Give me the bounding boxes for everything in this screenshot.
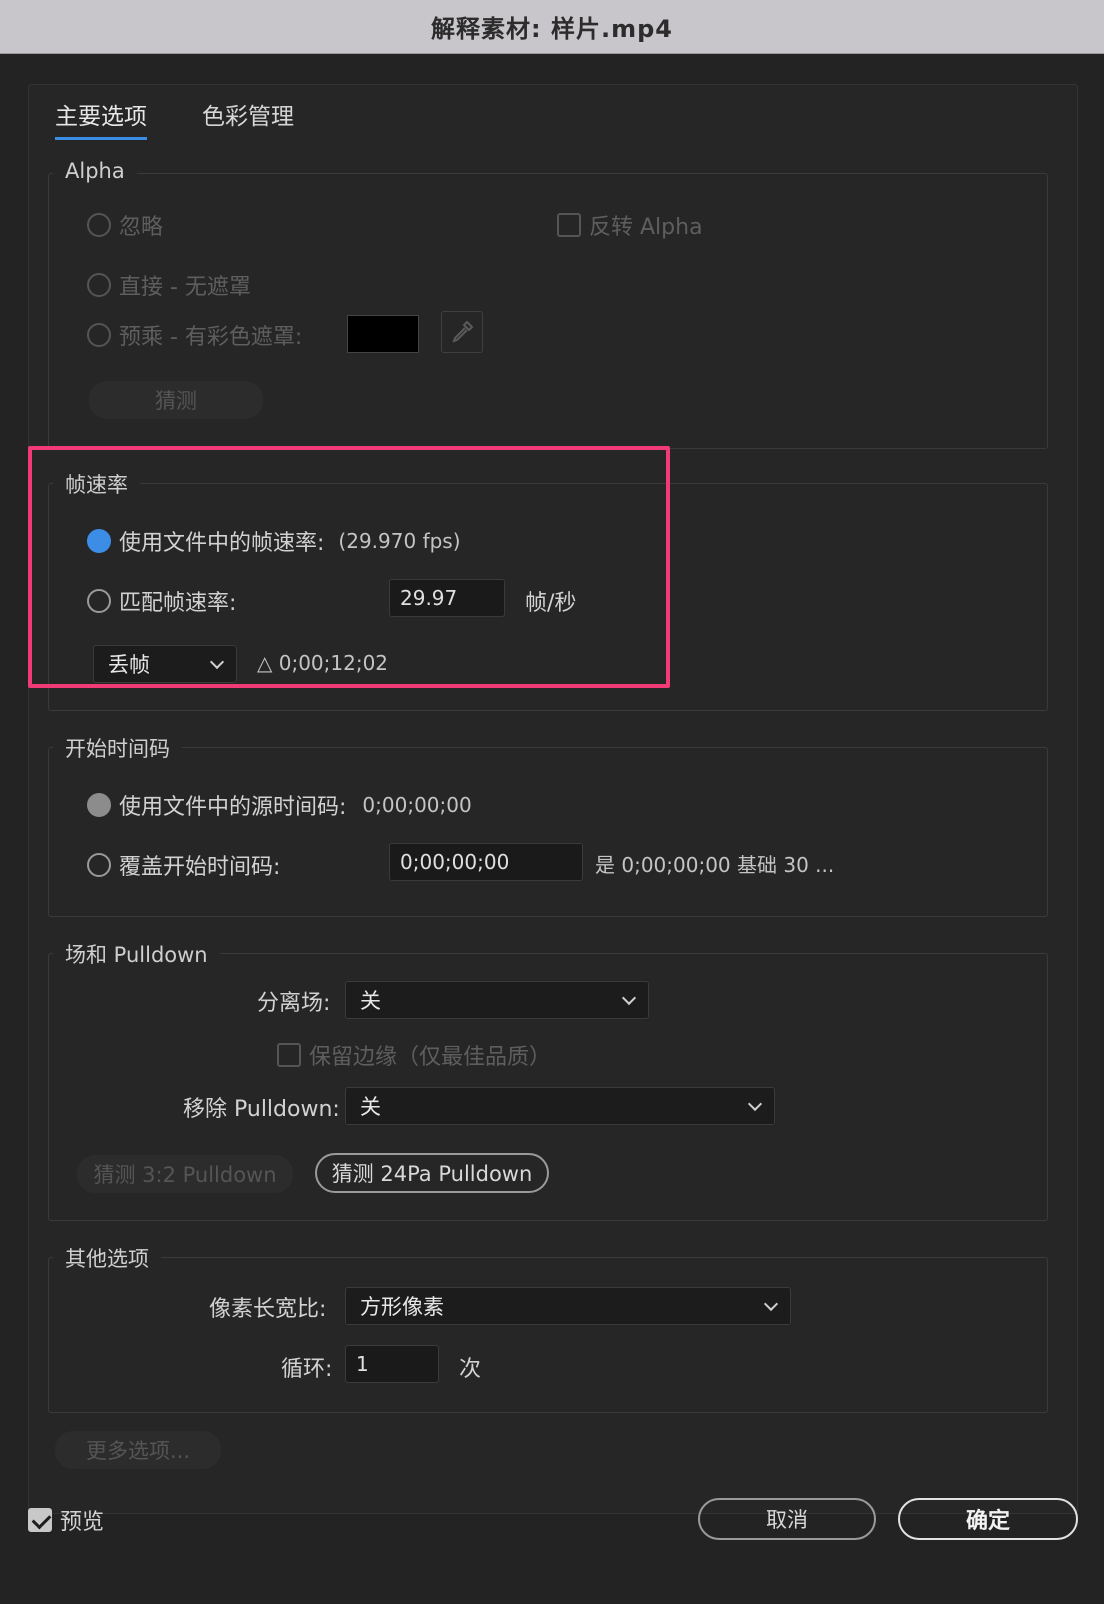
framerate-use-file-label: 使用文件中的帧速率: (119, 531, 325, 556)
title-bar: 解释素材: 样片.mp4 (0, 0, 1104, 54)
alpha-straight-label: 直接 - 无遮罩 (119, 275, 251, 300)
other-options-legend: 其他选项 (53, 1243, 161, 1273)
framerate-unit-label: 帧/秒 (525, 591, 577, 616)
framerate-use-file-radio[interactable] (87, 529, 111, 553)
window-title: 解释素材: 样片.mp4 (431, 15, 673, 43)
timecode-legend: 开始时间码 (53, 733, 182, 763)
alpha-premultiplied-radio[interactable] (87, 323, 111, 347)
remove-pulldown-select[interactable]: 关 (345, 1087, 775, 1125)
alpha-premultiplied-option[interactable]: 预乘 - 有彩色遮罩: (87, 319, 302, 351)
timecode-group (48, 747, 1048, 917)
timecode-use-file-radio[interactable] (87, 793, 111, 817)
chevron-down-icon (763, 1296, 779, 1311)
loop-row: 循环: (281, 1351, 332, 1383)
other-options-group (48, 1257, 1048, 1413)
separate-fields-value: 关 (360, 989, 381, 1013)
loop-input[interactable]: 1 (345, 1345, 439, 1383)
alpha-ignore-radio[interactable] (87, 213, 111, 237)
chevron-down-icon (209, 654, 225, 669)
eyedropper-button[interactable] (441, 311, 483, 353)
tab-color-management[interactable]: 色彩管理 (202, 97, 294, 131)
drop-frame-value: 丢帧 (108, 653, 150, 677)
timecode-info: 是 0;00;00;00 基础 30 ... (595, 849, 834, 878)
framerate-unit: 帧/秒 (525, 585, 576, 617)
matte-color-swatch[interactable] (347, 315, 419, 353)
remove-pulldown-value: 关 (360, 1095, 381, 1119)
chevron-down-icon (621, 990, 637, 1005)
guess-32-pulldown-button[interactable]: 猜测 3:2 Pulldown (77, 1155, 293, 1193)
loop-unit: 次 (459, 1351, 481, 1383)
timecode-override-input[interactable]: 0;00;00;00 (389, 843, 583, 881)
framerate-legend: 帧速率 (53, 469, 140, 499)
preserve-edges-label: 保留边缘（仅最佳品质） (309, 1045, 552, 1070)
alpha-ignore-label: 忽略 (119, 215, 164, 240)
timecode-use-file-label: 使用文件中的源时间码: (119, 795, 347, 820)
separate-fields-label: 分离场: (257, 991, 331, 1016)
framerate-delta: △ 0;00;12;02 (257, 651, 388, 675)
timecode-override-radio[interactable] (87, 853, 111, 877)
framerate-use-file-option[interactable]: 使用文件中的帧速率: (29.970 fps) (87, 525, 461, 557)
pixel-aspect-value: 方形像素 (360, 1295, 444, 1319)
ok-button[interactable]: 确定 (898, 1498, 1078, 1540)
tab-main-options[interactable]: 主要选项 (55, 97, 147, 140)
main-panel: 主要选项 色彩管理 Alpha 忽略 反转 Alpha 直接 - 无遮罩 预乘 … (28, 84, 1078, 1514)
timecode-info-text: 是 0;00;00;00 基础 30 ... (595, 853, 835, 877)
alpha-straight-option[interactable]: 直接 - 无遮罩 (87, 269, 251, 301)
framerate-delta-text: △ 0;00;12;02 (257, 651, 389, 675)
framerate-file-fps: (29.970 fps) (338, 529, 461, 553)
framerate-conform-input[interactable]: 29.97 (389, 579, 505, 617)
remove-pulldown-label: 移除 Pulldown: (183, 1097, 340, 1122)
pixel-aspect-label: 像素长宽比: (209, 1297, 327, 1322)
loop-label: 循环: (281, 1357, 333, 1382)
alpha-invert-option[interactable]: 反转 Alpha (557, 209, 703, 241)
timecode-override-option[interactable]: 覆盖开始时间码: (87, 849, 280, 881)
framerate-conform-radio[interactable] (87, 589, 111, 613)
timecode-use-file-option[interactable]: 使用文件中的源时间码: 0;00;00;00 (87, 789, 472, 821)
alpha-invert-label: 反转 Alpha (589, 215, 703, 240)
preview-label: 预览 (60, 1510, 105, 1535)
pixel-aspect-row: 像素长宽比: (209, 1291, 326, 1323)
alpha-guess-button[interactable]: 猜测 (89, 381, 263, 419)
loop-unit-label: 次 (459, 1357, 482, 1382)
timecode-override-label: 覆盖开始时间码: (119, 855, 281, 880)
dialog-body: 主要选项 色彩管理 Alpha 忽略 反转 Alpha 直接 - 无遮罩 预乘 … (0, 54, 1104, 1604)
separate-fields-select[interactable]: 关 (345, 981, 649, 1019)
eyedropper-icon (452, 320, 474, 343)
preview-checkbox[interactable] (28, 1508, 52, 1532)
pixel-aspect-select[interactable]: 方形像素 (345, 1287, 791, 1325)
fields-legend: 场和 Pulldown (53, 939, 220, 969)
framerate-conform-label: 匹配帧速率: (119, 591, 237, 616)
alpha-ignore-option[interactable]: 忽略 (87, 209, 163, 241)
separate-fields-row: 分离场: (257, 985, 330, 1017)
timecode-file-value: 0;00;00;00 (362, 793, 472, 817)
alpha-straight-radio[interactable] (87, 273, 111, 297)
alpha-premultiplied-label: 预乘 - 有彩色遮罩: (119, 325, 303, 350)
remove-pulldown-row: 移除 Pulldown: (183, 1091, 340, 1123)
preview-option[interactable]: 预览 (28, 1504, 104, 1536)
cancel-button[interactable]: 取消 (698, 1498, 876, 1540)
chevron-down-icon (747, 1096, 763, 1111)
drop-frame-select[interactable]: 丢帧 (93, 645, 237, 683)
preserve-edges-option[interactable]: 保留边缘（仅最佳品质） (277, 1039, 551, 1071)
more-options-button[interactable]: 更多选项... (55, 1431, 221, 1469)
preserve-edges-checkbox[interactable] (277, 1043, 301, 1067)
alpha-invert-checkbox[interactable] (557, 213, 581, 237)
guess-24pa-pulldown-button[interactable]: 猜测 24Pa Pulldown (315, 1153, 549, 1193)
framerate-conform-option[interactable]: 匹配帧速率: (87, 585, 236, 617)
alpha-legend: Alpha (53, 159, 137, 183)
